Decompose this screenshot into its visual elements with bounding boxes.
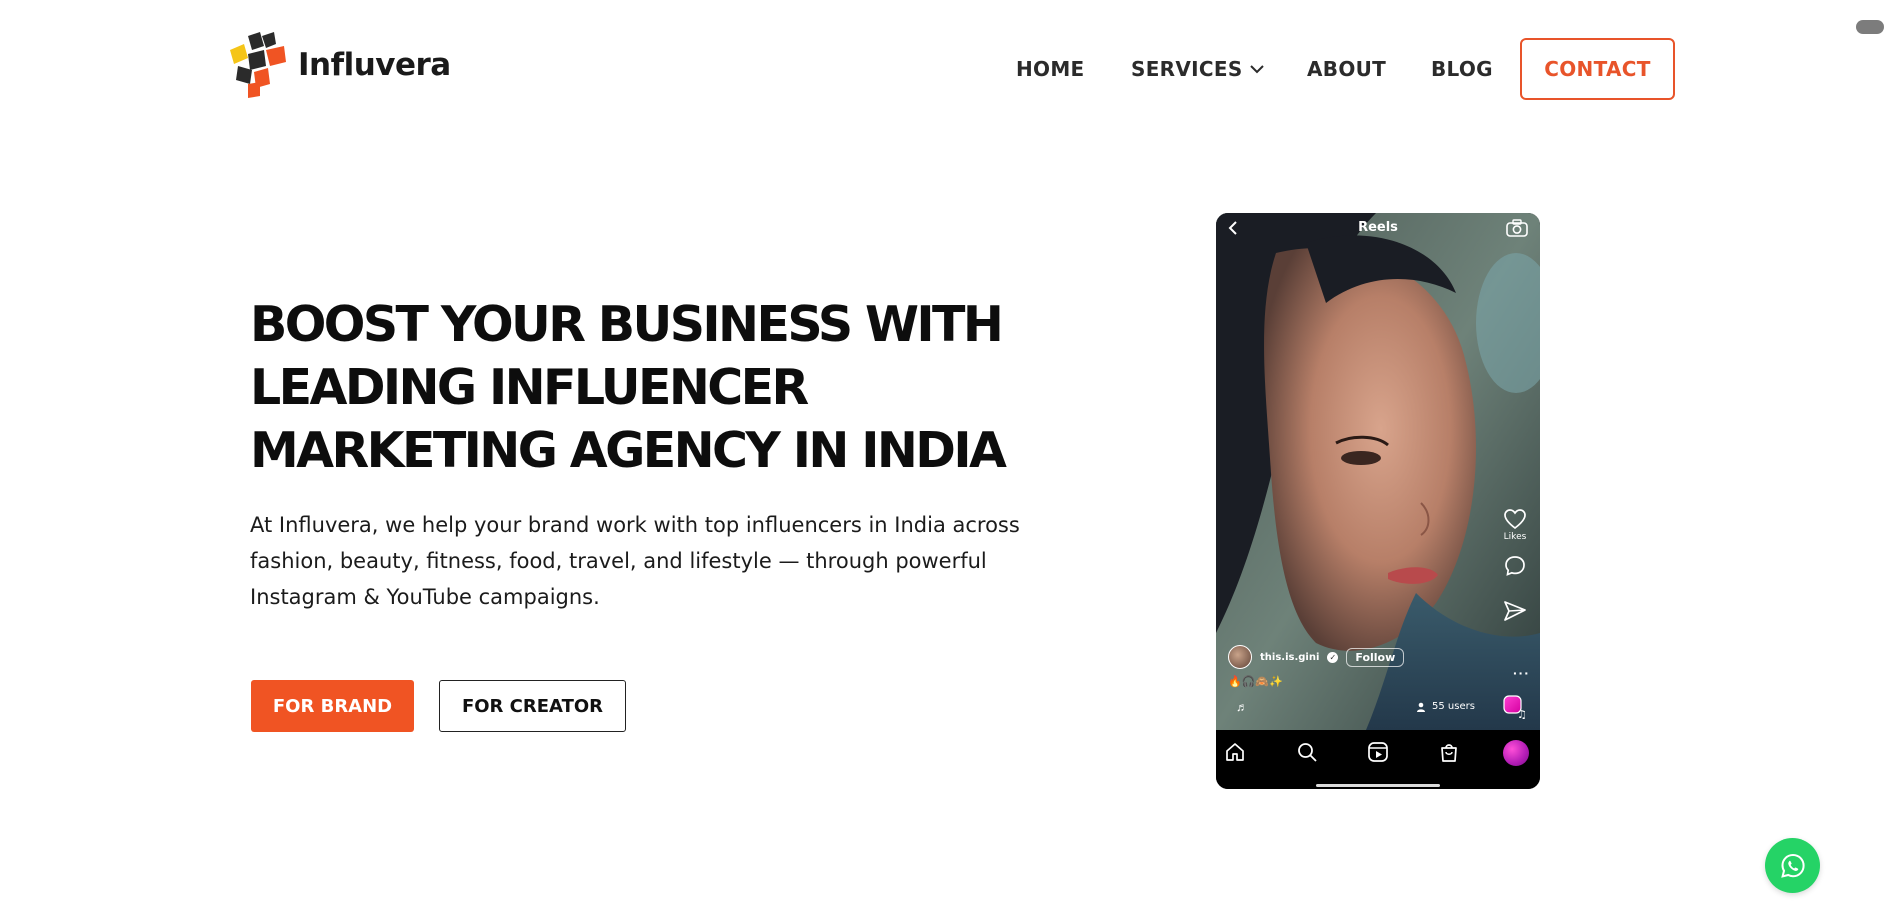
hero-title-line-3: MARKETING AGENCY IN INDIA <box>250 422 1007 479</box>
username[interactable]: this.is.gini <box>1260 652 1319 663</box>
comment-icon[interactable] <box>1503 554 1527 578</box>
users-count: 55 users <box>1416 701 1475 712</box>
hero-title-line-1: BOOST YOUR BUSINESS WITH <box>250 296 1004 353</box>
contact-button[interactable]: CONTACT <box>1520 38 1675 100</box>
more-icon[interactable]: ··· <box>1513 665 1530 681</box>
nav-services[interactable]: SERVICES <box>1131 57 1265 81</box>
reels-phone-mockup: Reels Likes ··· this.is.gini ✓ Follow 🔥🎧… <box>1216 213 1540 789</box>
toggle-switch[interactable] <box>1856 20 1884 34</box>
reels-bottom-nav <box>1216 730 1540 789</box>
reels-header: Reels <box>1216 213 1540 249</box>
likes-label: Likes <box>1503 532 1527 542</box>
shop-icon[interactable] <box>1437 740 1461 764</box>
nav-blog-label: BLOG <box>1431 57 1493 81</box>
camera-icon[interactable] <box>1506 219 1528 237</box>
home-icon[interactable] <box>1223 740 1247 764</box>
chevron-down-icon <box>1249 65 1264 74</box>
heart-icon[interactable] <box>1503 508 1527 530</box>
influvera-logo-icon <box>230 32 286 98</box>
hero-title-line-2: LEADING INFLUENCER <box>250 359 809 416</box>
svg-text:♫: ♫ <box>1517 708 1527 719</box>
follow-button[interactable]: Follow <box>1346 647 1405 667</box>
verified-icon: ✓ <box>1327 651 1339 663</box>
nav-about-label: ABOUT <box>1307 57 1387 81</box>
for-brand-button[interactable]: FOR BRAND <box>251 680 414 732</box>
nav-blog[interactable]: BLOG <box>1431 57 1493 81</box>
reel-side-actions: Likes <box>1500 508 1530 622</box>
whatsapp-button[interactable] <box>1765 838 1820 893</box>
nav-home[interactable]: HOME <box>1016 57 1085 81</box>
profile-icon[interactable] <box>1503 740 1529 766</box>
send-icon[interactable] <box>1503 600 1527 622</box>
reels-icon[interactable] <box>1366 740 1390 764</box>
users-count-label: 55 users <box>1432 701 1475 712</box>
for-creator-button[interactable]: FOR CREATOR <box>439 680 626 732</box>
hero-title: BOOST YOUR BUSINESS WITH LEADING INFLUEN… <box>250 293 1050 482</box>
nav-home-label: HOME <box>1016 57 1085 81</box>
brand-logo[interactable]: Influvera <box>224 32 451 98</box>
nav-services-label: SERVICES <box>1131 57 1243 81</box>
hero-description: At Influvera, we help your brand work wi… <box>250 513 1020 609</box>
search-icon[interactable] <box>1295 740 1319 764</box>
reels-title: Reels <box>1358 220 1398 235</box>
remix-icon[interactable]: ♫ <box>1503 695 1527 719</box>
whatsapp-icon <box>1780 853 1805 878</box>
avatar[interactable] <box>1228 645 1252 669</box>
home-indicator <box>1316 784 1440 787</box>
reel-caption: 🔥🎧🙈✨ <box>1228 675 1283 688</box>
nav-about[interactable]: ABOUT <box>1307 57 1386 81</box>
reel-user-row: this.is.gini ✓ Follow <box>1228 645 1405 669</box>
music-note-icon[interactable]: ♬ <box>1236 700 1248 714</box>
brand-name: Influvera <box>298 47 451 83</box>
user-icon <box>1417 702 1425 712</box>
